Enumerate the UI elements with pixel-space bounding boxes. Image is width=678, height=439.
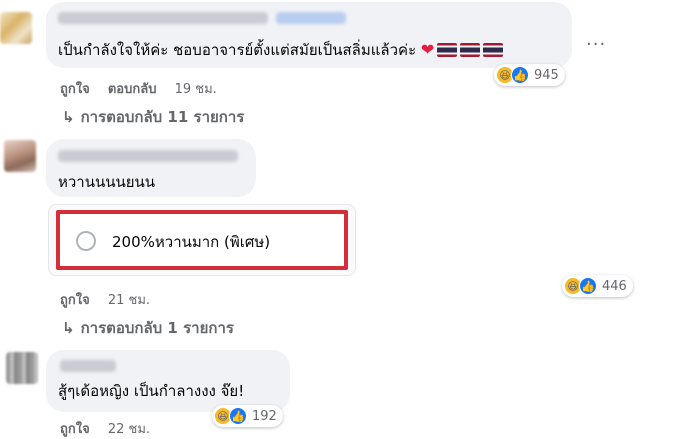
reaction-count: 945 (534, 67, 559, 83)
reaction-summary[interactable]: 😆 👍 192 (212, 405, 283, 427)
like-reaction-icon: 👍 (579, 277, 597, 295)
reply-arrow-icon: ↳ (62, 319, 75, 337)
radio-button[interactable] (76, 231, 96, 251)
comment-actions: ถูกใจ ตอบกลับ 19 ชม. (60, 78, 231, 99)
comment-thread: เป็นกำลังใจให้ค่ะ ชอบอาจารย์ตั้งแต่สมัยเ… (0, 0, 678, 439)
commenter-name-redacted[interactable] (58, 12, 346, 24)
like-link[interactable]: ถูกใจ (60, 293, 90, 308)
commenter-name-redacted[interactable] (60, 360, 116, 372)
comment-bubble: สู้ๆเด้อหญิง เป็นกำลางงง จ๊ย! (46, 350, 290, 412)
comment-text: หวานนนนยนน (58, 173, 156, 191)
avatar[interactable] (6, 352, 38, 384)
like-link[interactable]: ถูกใจ (60, 422, 90, 437)
comment-actions: ถูกใจ 22 ชม. (60, 418, 164, 439)
poll-option-label: 200%หวานมาก (พิเศษ) (112, 233, 271, 251)
replies-count-label: การตอบกลับ 11 รายการ (80, 108, 245, 126)
like-link[interactable]: ถูกใจ (60, 82, 90, 97)
reply-arrow-icon: ↳ (62, 108, 75, 126)
comment-text: เป็นกำลังใจให้ค่ะ ชอบอาจารย์ตั้งแต่สมัยเ… (58, 40, 504, 60)
avatar[interactable] (0, 12, 32, 44)
comment-actions: ถูกใจ 21 ชม. (60, 289, 164, 310)
avatar[interactable] (4, 140, 36, 172)
reaction-count: 192 (252, 408, 277, 424)
reaction-summary[interactable]: 😆 👍 446 (562, 275, 633, 297)
reaction-summary[interactable]: 😆 👍 945 (494, 64, 565, 86)
reply-link[interactable]: ตอบกลับ (108, 82, 157, 97)
timestamp[interactable]: 21 ชม. (108, 293, 150, 308)
thai-flag-icon (483, 43, 504, 57)
comment-bubble: หวานนนนยนน (46, 139, 256, 197)
poll-option-highlight[interactable]: 200%หวานมาก (พิเศษ) (56, 210, 348, 270)
reaction-count: 446 (602, 278, 627, 294)
more-options-icon[interactable]: ··· (586, 34, 606, 55)
thai-flag-icon (437, 43, 458, 57)
heart-emoji-icon: ❤ (420, 40, 435, 59)
thai-flag-icon (460, 43, 481, 57)
view-replies-link[interactable]: ↳ การตอบกลับ 11 รายการ (62, 105, 244, 129)
comment-text: สู้ๆเด้อหญิง เป็นกำลางงง จ๊ย! (58, 382, 245, 400)
timestamp[interactable]: 22 ชม. (108, 422, 150, 437)
view-replies-link[interactable]: ↳ การตอบกลับ 1 รายการ (62, 316, 234, 340)
like-reaction-icon: 👍 (229, 407, 247, 425)
replies-count-label: การตอบกลับ 1 รายการ (80, 319, 234, 337)
commenter-name-redacted[interactable] (58, 150, 238, 162)
timestamp[interactable]: 19 ชม. (175, 82, 217, 97)
like-reaction-icon: 👍 (511, 66, 529, 84)
comment-bubble: เป็นกำลังใจให้ค่ะ ชอบอาจารย์ตั้งแต่สมัยเ… (46, 2, 572, 68)
comment-text-content: เป็นกำลังใจให้ค่ะ ชอบอาจารย์ตั้งแต่สมัยเ… (58, 41, 417, 59)
